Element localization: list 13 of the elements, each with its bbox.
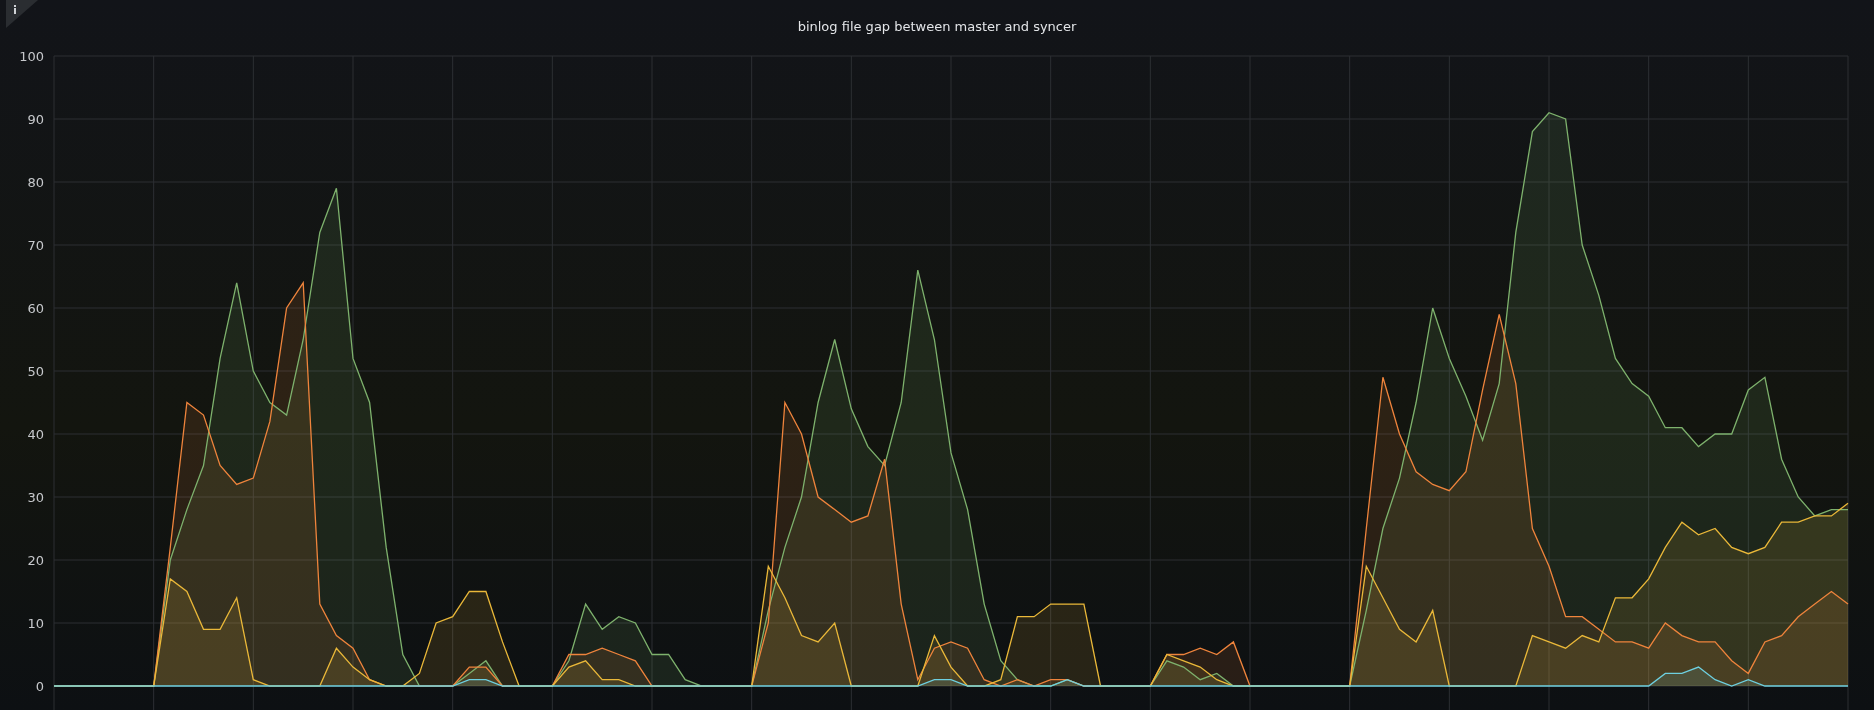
- y-axis-label: 50: [27, 364, 44, 379]
- y-axis-label: 80: [27, 175, 44, 190]
- y-axis-label: 20: [27, 553, 44, 568]
- y-axis-label: 100: [19, 50, 44, 64]
- panel-title: binlog file gap between master and syncer: [797, 18, 1077, 34]
- y-axis-label: 30: [27, 490, 44, 505]
- y-axis-label: 10: [27, 616, 44, 631]
- info-icon[interactable]: [6, 0, 38, 28]
- y-axis-label: 60: [27, 301, 44, 316]
- y-axis-label: 40: [27, 427, 44, 442]
- y-axis-label: 0: [35, 679, 44, 694]
- y-axis-label: 70: [27, 238, 44, 253]
- y-axis-label: 90: [27, 112, 44, 127]
